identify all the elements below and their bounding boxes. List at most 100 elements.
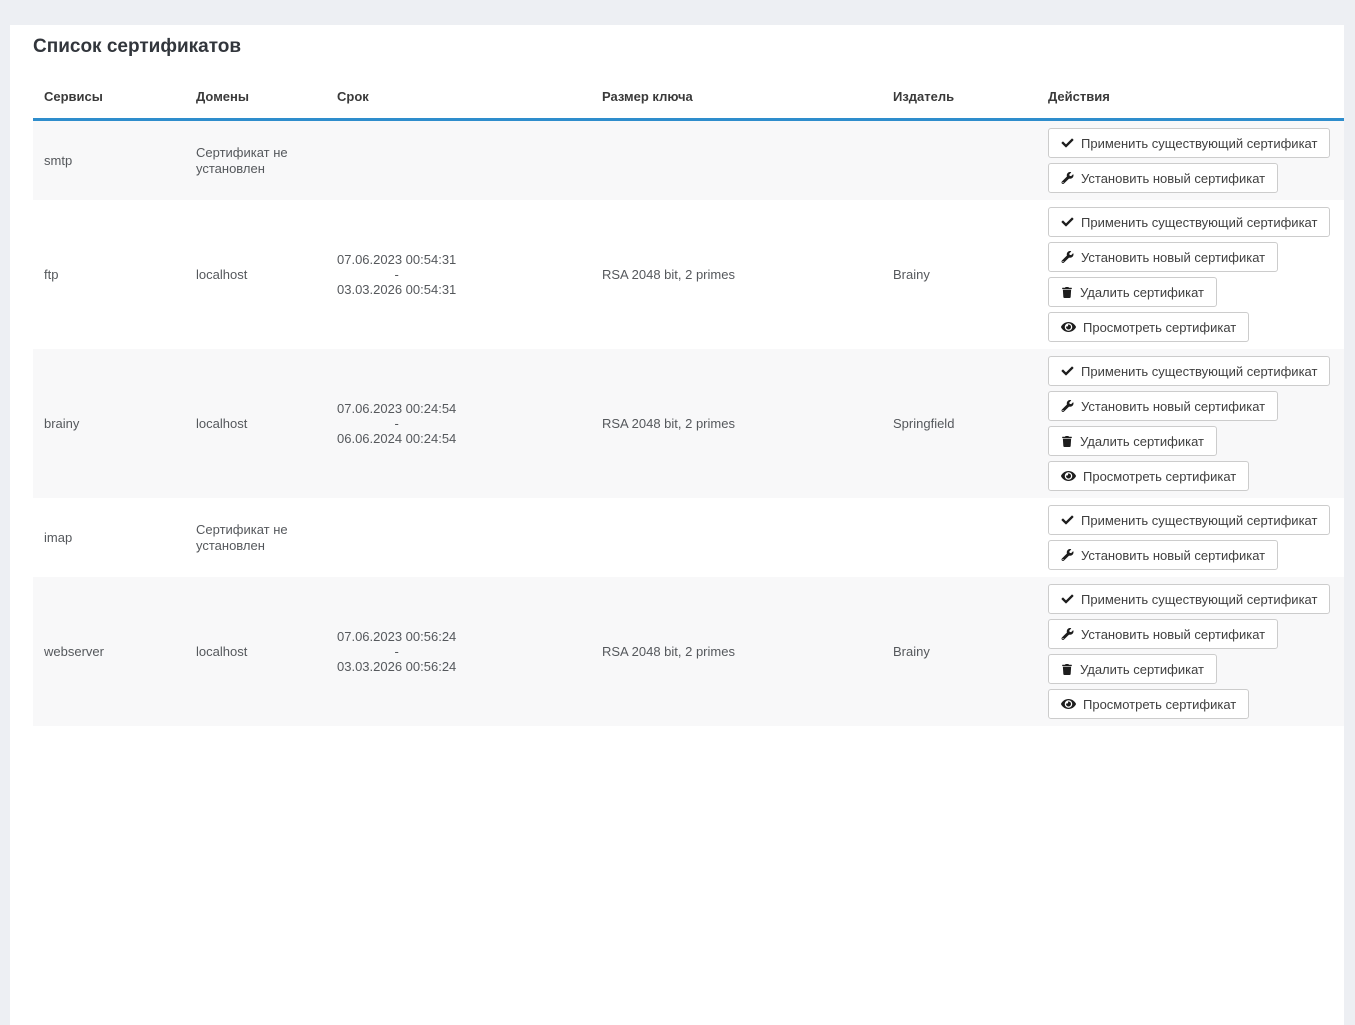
service-name: webserver xyxy=(44,644,104,659)
key-size-value: RSA 2048 bit, 2 primes xyxy=(602,267,735,282)
issuer-cell: Springfield xyxy=(882,349,1037,498)
key-size-cell xyxy=(591,120,882,201)
table-header-row: Сервисы Домены Срок Размер ключа Издател… xyxy=(33,89,1344,120)
service-cell: brainy xyxy=(33,349,185,498)
service-cell: smtp xyxy=(33,120,185,201)
term-to: 03.03.2026 00:56:24 xyxy=(337,659,456,674)
certificates-table: Сервисы Домены Срок Размер ключа Издател… xyxy=(33,89,1344,726)
install-new-certificate-button[interactable]: Установить новый сертификат xyxy=(1048,619,1278,649)
actions-cell: Применить существующий сертификат Установ… xyxy=(1037,577,1344,726)
column-header-domains: Домены xyxy=(185,89,326,120)
column-header-services: Сервисы xyxy=(33,89,185,120)
domains-cell: localhost xyxy=(185,349,326,498)
view-certificate-button[interactable]: Просмотреть сертификат xyxy=(1048,461,1249,491)
actions-cell: Применить существующий сертификат Установ… xyxy=(1037,120,1344,201)
page-title: Список сертификатов xyxy=(33,35,1344,59)
table-row: imap Сертификат не установлен Применить … xyxy=(33,498,1344,577)
column-header-issuer: Издатель xyxy=(882,89,1037,120)
column-header-term: Срок xyxy=(326,89,591,120)
eye-icon xyxy=(1061,320,1076,334)
apply-existing-certificate-button[interactable]: Применить существующий сертификат xyxy=(1048,584,1330,614)
service-cell: webserver xyxy=(33,577,185,726)
domains-value: localhost xyxy=(196,416,247,431)
view-certificate-button[interactable]: Просмотреть сертификат xyxy=(1048,312,1249,342)
table-row: ftp localhost 07.06.2023 00:54:31 - 03.0… xyxy=(33,200,1344,349)
term-cell: 07.06.2023 00:24:54 - 06.06.2024 00:24:5… xyxy=(326,349,591,498)
term-cell xyxy=(326,120,591,201)
button-label: Просмотреть сертификат xyxy=(1083,469,1236,484)
wrench-icon xyxy=(1061,549,1074,561)
check-icon xyxy=(1061,593,1074,605)
button-label: Установить новый сертификат xyxy=(1081,548,1265,563)
service-cell: ftp xyxy=(33,200,185,349)
button-label: Применить существующий сертификат xyxy=(1081,136,1317,151)
service-name: smtp xyxy=(44,153,72,168)
key-size-value: RSA 2048 bit, 2 primes xyxy=(602,416,735,431)
install-new-certificate-button[interactable]: Установить новый сертификат xyxy=(1048,242,1278,272)
button-label: Удалить сертификат xyxy=(1080,662,1204,677)
domains-value: Сертификат не установлен xyxy=(196,145,288,176)
view-certificate-button[interactable]: Просмотреть сертификат xyxy=(1048,689,1249,719)
term-separator: - xyxy=(337,416,456,431)
button-label: Применить существующий сертификат xyxy=(1081,592,1317,607)
button-label: Удалить сертификат xyxy=(1080,434,1204,449)
domains-cell: localhost xyxy=(185,200,326,349)
term-to: 06.06.2024 00:24:54 xyxy=(337,431,456,446)
service-cell: imap xyxy=(33,498,185,577)
actions-stack: Применить существующий сертификат Установ… xyxy=(1048,128,1344,193)
apply-existing-certificate-button[interactable]: Применить существующий сертификат xyxy=(1048,207,1330,237)
apply-existing-certificate-button[interactable]: Применить существующий сертификат xyxy=(1048,356,1330,386)
install-new-certificate-button[interactable]: Установить новый сертификат xyxy=(1048,540,1278,570)
issuer-cell: Brainy xyxy=(882,577,1037,726)
issuer-cell xyxy=(882,498,1037,577)
domains-cell: Сертификат не установлен xyxy=(185,498,326,577)
table-row: smtp Сертификат не установлен Применить … xyxy=(33,120,1344,201)
issuer-value: Brainy xyxy=(893,644,930,659)
install-new-certificate-button[interactable]: Установить новый сертификат xyxy=(1048,391,1278,421)
check-icon xyxy=(1061,216,1074,228)
button-label: Установить новый сертификат xyxy=(1081,627,1265,642)
key-size-cell xyxy=(591,498,882,577)
wrench-icon xyxy=(1061,172,1074,184)
key-size-cell: RSA 2048 bit, 2 primes xyxy=(591,200,882,349)
domains-value: Сертификат не установлен xyxy=(196,522,288,553)
service-name: ftp xyxy=(44,267,58,282)
term-from: 07.06.2023 00:24:54 xyxy=(337,401,456,416)
service-name: imap xyxy=(44,530,72,545)
button-label: Применить существующий сертификат xyxy=(1081,513,1317,528)
trash-icon xyxy=(1061,287,1073,298)
issuer-value: Springfield xyxy=(893,416,954,431)
apply-existing-certificate-button[interactable]: Применить существующий сертификат xyxy=(1048,505,1330,535)
eye-icon xyxy=(1061,697,1076,711)
delete-certificate-button[interactable]: Удалить сертификат xyxy=(1048,654,1217,684)
button-label: Установить новый сертификат xyxy=(1081,250,1265,265)
domains-value: localhost xyxy=(196,644,247,659)
term-cell: 07.06.2023 00:56:24 - 03.03.2026 00:56:2… xyxy=(326,577,591,726)
apply-existing-certificate-button[interactable]: Применить существующий сертификат xyxy=(1048,128,1330,158)
check-icon xyxy=(1061,514,1074,526)
domains-value: localhost xyxy=(196,267,247,282)
actions-cell: Применить существующий сертификат Установ… xyxy=(1037,498,1344,577)
button-label: Установить новый сертификат xyxy=(1081,399,1265,414)
check-icon xyxy=(1061,365,1074,377)
install-new-certificate-button[interactable]: Установить новый сертификат xyxy=(1048,163,1278,193)
wrench-icon xyxy=(1061,400,1074,412)
button-label: Просмотреть сертификат xyxy=(1083,697,1236,712)
delete-certificate-button[interactable]: Удалить сертификат xyxy=(1048,277,1217,307)
key-size-cell: RSA 2048 bit, 2 primes xyxy=(591,349,882,498)
actions-stack: Применить существующий сертификат Установ… xyxy=(1048,207,1344,342)
term-cell xyxy=(326,498,591,577)
actions-stack: Применить существующий сертификат Установ… xyxy=(1048,505,1344,570)
term-value: 07.06.2023 00:24:54 - 06.06.2024 00:24:5… xyxy=(337,401,456,446)
actions-cell: Применить существующий сертификат Установ… xyxy=(1037,200,1344,349)
table-row: brainy localhost 07.06.2023 00:24:54 - 0… xyxy=(33,349,1344,498)
term-cell: 07.06.2023 00:54:31 - 03.03.2026 00:54:3… xyxy=(326,200,591,349)
delete-certificate-button[interactable]: Удалить сертификат xyxy=(1048,426,1217,456)
trash-icon xyxy=(1061,436,1073,447)
key-size-value: RSA 2048 bit, 2 primes xyxy=(602,644,735,659)
table-row: webserver localhost 07.06.2023 00:56:24 … xyxy=(33,577,1344,726)
term-to: 03.03.2026 00:54:31 xyxy=(337,282,456,297)
domains-cell: Сертификат не установлен xyxy=(185,120,326,201)
wrench-icon xyxy=(1061,628,1074,640)
term-from: 07.06.2023 00:54:31 xyxy=(337,252,456,267)
